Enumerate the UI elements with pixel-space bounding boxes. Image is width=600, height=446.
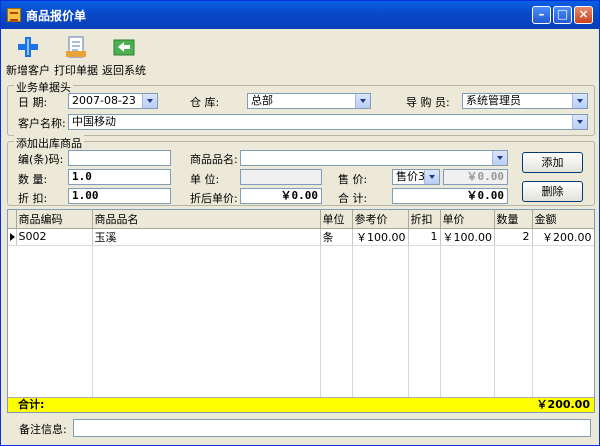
app-icon xyxy=(7,8,21,22)
print-icon xyxy=(64,35,88,59)
print-button[interactable]: 打印单据 xyxy=(53,35,99,78)
date-label: 日 期: xyxy=(18,96,48,109)
discounted-price-label: 折后单价: xyxy=(190,192,238,205)
minimize-button[interactable]: – xyxy=(532,6,551,24)
discount-label: 折 扣: xyxy=(18,192,48,205)
col-unit[interactable]: 单位 xyxy=(320,210,353,229)
total-label: 合 计: xyxy=(338,192,368,205)
add-customer-icon xyxy=(16,35,40,59)
add-customer-label: 新增客户 xyxy=(6,64,50,77)
toolbar: 新增客户 打印单据 返回系统 xyxy=(1,29,599,79)
qty-label: 数 量: xyxy=(18,173,48,186)
product-name-label: 商品品名: xyxy=(190,153,238,166)
qty-input[interactable]: 1.0 xyxy=(68,169,171,185)
chevron-down-icon[interactable] xyxy=(355,94,370,108)
price-label: 售 价: xyxy=(338,173,368,186)
col-price[interactable]: 单价 xyxy=(440,210,495,229)
totals-value: ￥200.00 xyxy=(536,398,590,411)
header-group: 业务单据头 日 期: 2007-08-23 仓 库: 总部 导 购 员: 系统管… xyxy=(7,79,595,136)
add-product-group-title: 添加出库商品 xyxy=(14,135,84,151)
chevron-down-icon[interactable] xyxy=(572,94,587,108)
cell-name[interactable]: 玉溪 xyxy=(92,228,321,246)
row-header-corner xyxy=(8,210,17,229)
warehouse-label: 仓 库: xyxy=(190,96,220,109)
delete-button[interactable]: 删除 xyxy=(522,181,583,202)
window-title: 商品报价单 xyxy=(26,9,87,23)
price-type-value: 售价3 xyxy=(396,170,425,183)
title-bar[interactable]: 商品报价单 – □ × xyxy=(1,1,599,29)
col-discount[interactable]: 折扣 xyxy=(408,210,441,229)
price-field: ￥0.00 xyxy=(443,169,508,185)
totals-row: 合计: ￥200.00 xyxy=(8,397,594,412)
totals-label: 合计: xyxy=(18,398,45,411)
items-table[interactable]: 商品编码 商品品名 单位 参考价 折扣 单价 数量 金额 S002 玉溪 条 ￥… xyxy=(7,209,595,413)
code-input[interactable] xyxy=(68,150,171,166)
unit-label: 单 位: xyxy=(190,173,220,186)
chevron-down-icon[interactable] xyxy=(142,94,157,108)
col-ref-price[interactable]: 参考价 xyxy=(352,210,409,229)
col-qty[interactable]: 数量 xyxy=(494,210,533,229)
chevron-down-icon[interactable] xyxy=(492,151,507,165)
warehouse-value: 总部 xyxy=(251,94,273,107)
customer-select[interactable]: 中国移动 xyxy=(68,114,588,130)
warehouse-select[interactable]: 总部 xyxy=(247,93,371,109)
buyer-label: 导 购 员: xyxy=(406,96,450,109)
print-label: 打印单据 xyxy=(54,64,98,77)
add-button[interactable]: 添加 xyxy=(522,152,583,173)
table-row[interactable]: S002 玉溪 条 ￥100.00 1 ￥100.00 2 ￥200.00 xyxy=(8,228,594,246)
total-field: ￥0.00 xyxy=(392,188,508,204)
col-amount[interactable]: 金额 xyxy=(532,210,594,229)
cell-discount[interactable]: 1 xyxy=(408,228,441,246)
back-button[interactable]: 返回系统 xyxy=(101,35,147,78)
remark-label: 备注信息: xyxy=(19,423,67,436)
date-picker[interactable]: 2007-08-23 xyxy=(68,93,158,109)
cell-unit[interactable]: 条 xyxy=(320,228,353,246)
customer-label: 客户名称: xyxy=(18,117,66,130)
chevron-down-icon[interactable] xyxy=(572,115,587,129)
cell-price[interactable]: ￥100.00 xyxy=(440,228,495,246)
remark-input[interactable] xyxy=(73,419,591,437)
buyer-value: 系统管理员 xyxy=(466,94,521,107)
col-code[interactable]: 商品编码 xyxy=(16,210,93,229)
discounted-price-field[interactable]: ￥0.00 xyxy=(240,188,322,204)
date-value: 2007-08-23 xyxy=(72,94,136,107)
chevron-down-icon[interactable] xyxy=(424,170,439,184)
product-name-select[interactable] xyxy=(240,150,508,166)
back-icon xyxy=(112,35,136,59)
maximize-button[interactable]: □ xyxy=(553,6,572,24)
quote-window: 商品报价单 – □ × 新增客户 打印单据 返回系统 业务单据头 日 期: 20… xyxy=(0,0,600,446)
discount-input[interactable]: 1.00 xyxy=(68,188,171,204)
table-header: 商品编码 商品品名 单位 参考价 折扣 单价 数量 金额 xyxy=(8,210,594,229)
customer-value: 中国移动 xyxy=(72,115,116,128)
cell-ref-price[interactable]: ￥100.00 xyxy=(352,228,409,246)
add-customer-button[interactable]: 新增客户 xyxy=(5,35,51,78)
cell-amount[interactable]: ￥200.00 xyxy=(532,228,594,246)
col-name[interactable]: 商品品名 xyxy=(92,210,321,229)
price-type-select[interactable]: 售价3 xyxy=(392,169,440,185)
unit-field xyxy=(240,169,322,185)
add-product-group: 添加出库商品 编(条)码: 商品品名: 添加 数 量: 1.0 单 位: 售 价… xyxy=(7,135,595,206)
code-label: 编(条)码: xyxy=(18,153,64,166)
cell-qty[interactable]: 2 xyxy=(494,228,533,246)
cell-code[interactable]: S002 xyxy=(16,228,93,246)
header-group-title: 业务单据头 xyxy=(14,79,73,95)
grid-lines xyxy=(8,245,594,400)
close-button[interactable]: × xyxy=(574,6,593,24)
buyer-select[interactable]: 系统管理员 xyxy=(462,93,588,109)
row-indicator-icon xyxy=(8,228,17,246)
back-label: 返回系统 xyxy=(102,64,146,77)
